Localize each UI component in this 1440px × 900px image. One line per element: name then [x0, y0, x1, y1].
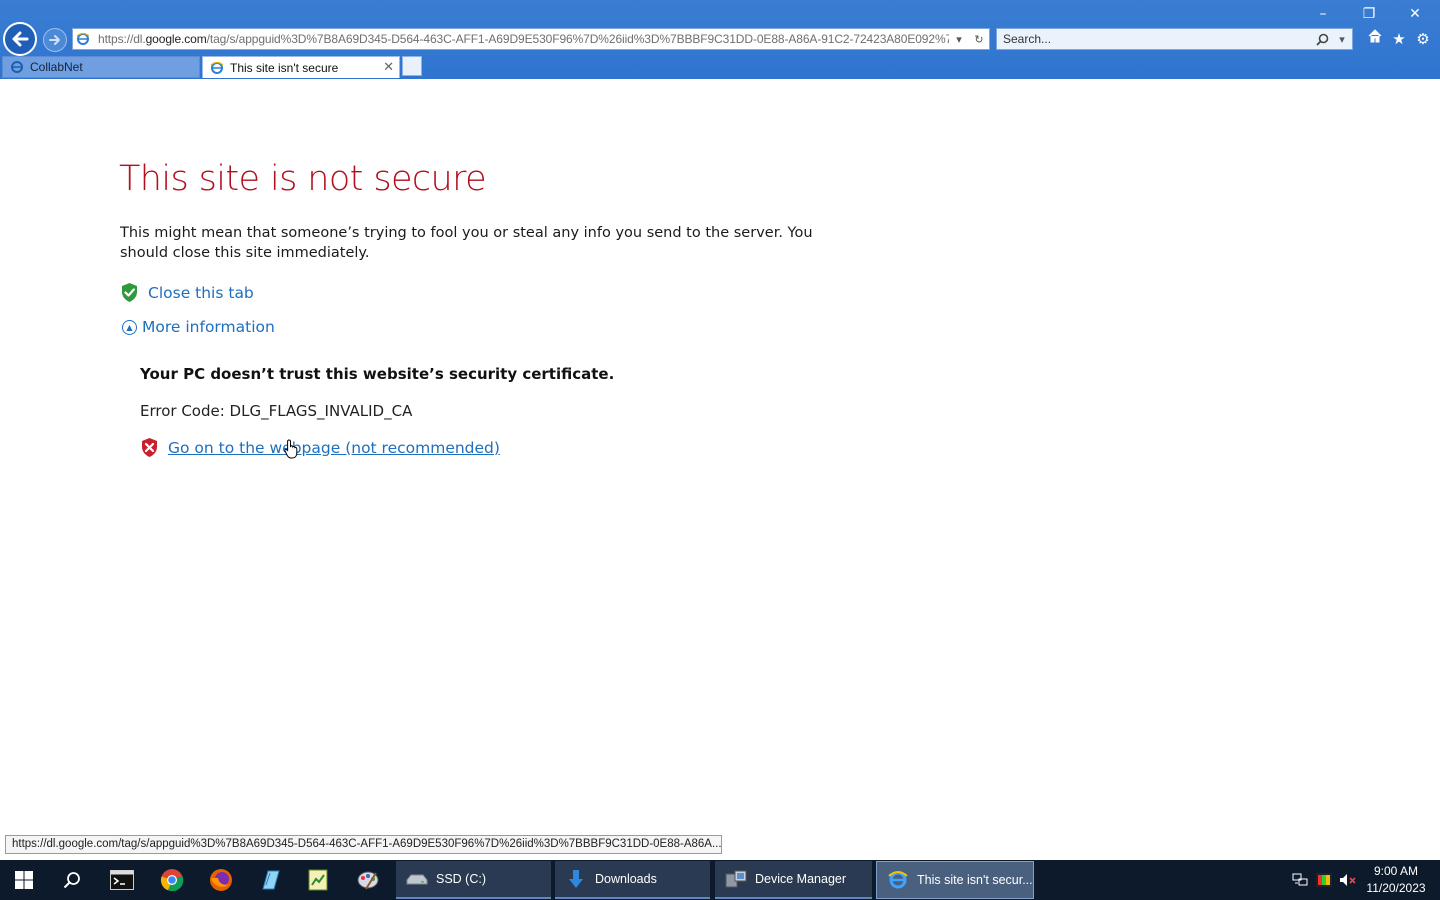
error-code: Error Code: DLG_FLAGS_INVALID_CA [140, 402, 413, 420]
address-url[interactable]: https://dl.google.com/tag/s/appguid%3D%7… [93, 32, 949, 46]
system-tray: 9:00 AM 11/20/2023 [1288, 860, 1440, 900]
taskbar-task-device-manager[interactable]: Device Manager [715, 861, 872, 899]
search-box[interactable]: ▾ [996, 28, 1353, 50]
gear-icon[interactable]: ⚙ [1412, 28, 1434, 50]
clock[interactable]: 9:00 AM 11/20/2023 [1360, 863, 1432, 897]
clock-date: 11/20/2023 [1366, 881, 1426, 895]
close-tab-row[interactable]: Close this tab [120, 282, 254, 303]
browser-chrome: – ❐ ✕ https://dl.google.com/tag/s/appgui… [0, 0, 1440, 79]
ie-page-icon [73, 29, 93, 49]
tab-collabnet[interactable]: CollabNet [2, 56, 200, 78]
forward-button[interactable] [43, 28, 67, 52]
spreadsheet-app-icon[interactable] [294, 860, 342, 900]
task-label: This site isn't secur... [917, 873, 1033, 887]
forward-arrow-icon [49, 35, 60, 45]
back-arrow-icon [12, 31, 29, 47]
taskbar-task-browser[interactable]: This site isn't secur... [876, 861, 1034, 899]
new-tab-button[interactable] [402, 56, 422, 76]
restore-button[interactable]: ❐ [1349, 4, 1389, 24]
search-icon[interactable] [1312, 29, 1332, 49]
chevron-up-icon: ▲ [122, 319, 137, 335]
go-on-link[interactable]: Go on to the webpage (not recommended) [168, 439, 500, 457]
tab-label: CollabNet [30, 60, 83, 74]
firefox-app-icon[interactable] [197, 860, 245, 900]
back-button[interactable] [3, 22, 37, 56]
refresh-icon[interactable]: ↻ [969, 29, 989, 49]
close-window-button[interactable]: ✕ [1395, 4, 1435, 24]
download-arrow-icon [565, 868, 587, 890]
ie-tab-icon [9, 59, 25, 75]
page-description: This might mean that someone’s trying to… [120, 225, 813, 261]
hand-cursor-icon [284, 439, 298, 459]
ie-tab-icon [209, 60, 225, 76]
device-manager-icon [725, 868, 747, 890]
cert-message: Your PC doesn’t trust this website’s sec… [140, 365, 615, 383]
more-info-link[interactable]: More information [142, 318, 275, 336]
drive-icon [406, 868, 428, 890]
task-label: SSD (C:) [436, 872, 486, 886]
ie-app-icon [887, 869, 909, 891]
search-dropdown-icon[interactable]: ▾ [1332, 29, 1352, 49]
green-shield-check-icon [122, 283, 137, 302]
tab-label: This site isn't secure [230, 60, 339, 75]
paint-app-icon[interactable] [344, 860, 392, 900]
page-title: This site is not secure [119, 159, 487, 199]
windows-logo-icon [15, 871, 33, 889]
home-icon[interactable] [1364, 28, 1386, 50]
notepad-app-icon[interactable] [246, 860, 294, 900]
clock-time: 9:00 AM [1373, 864, 1419, 878]
status-bar-url: https://dl.google.com/tag/s/appguid%3D%7… [5, 835, 722, 854]
page-content: This site is not secure This might mean … [0, 79, 1440, 860]
tab-close-icon[interactable]: ✕ [383, 59, 394, 75]
red-shield-x-icon [142, 438, 157, 457]
network-icon[interactable] [1288, 860, 1312, 900]
close-tab-link[interactable]: Close this tab [148, 284, 254, 302]
taskbar-task-ssd[interactable]: SSD (C:) [396, 861, 551, 899]
go-on-row[interactable]: Go on to the webpage (not recommended) [140, 437, 500, 458]
chrome-app-icon[interactable] [148, 860, 196, 900]
favorites-star-icon[interactable]: ★ [1388, 28, 1410, 50]
volume-muted-icon[interactable] [1336, 860, 1360, 900]
task-label: Downloads [595, 872, 657, 886]
taskbar-search-button[interactable] [48, 860, 96, 900]
color-app-tray-icon[interactable] [1312, 860, 1336, 900]
terminal-app-icon[interactable] [98, 860, 146, 900]
more-info-row[interactable]: ▲ More information [122, 318, 275, 336]
address-dropdown-icon[interactable]: ▾ [949, 29, 969, 49]
tab-this-site-isnt-secure[interactable]: This site isn't secure ✕ [202, 56, 400, 78]
search-input[interactable] [997, 32, 1312, 46]
start-button[interactable] [0, 860, 48, 900]
taskbar: SSD (C:) Downloads Device Manager This s… [0, 860, 1440, 900]
task-label: Device Manager [755, 872, 847, 886]
taskbar-task-downloads[interactable]: Downloads [555, 861, 710, 899]
address-bar[interactable]: https://dl.google.com/tag/s/appguid%3D%7… [72, 28, 990, 50]
minimize-button[interactable]: – [1303, 4, 1343, 24]
search-icon [63, 872, 80, 889]
